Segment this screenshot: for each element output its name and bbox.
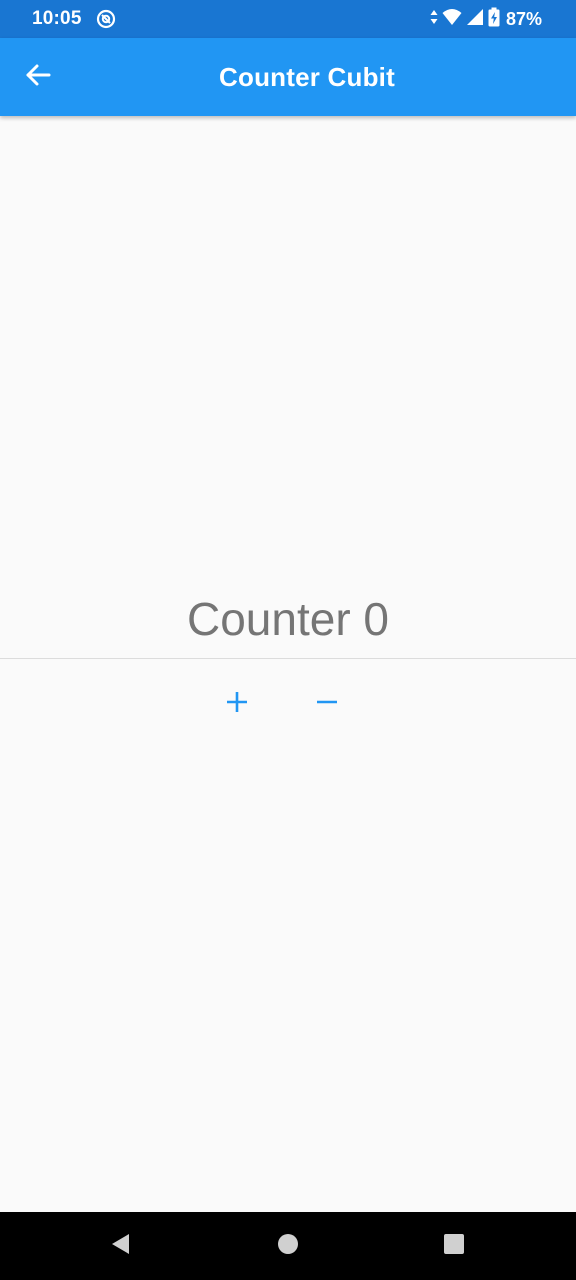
increment-button[interactable] [217,684,257,724]
nav-back-button[interactable] [107,1232,135,1260]
back-triangle-icon [109,1232,133,1261]
wifi-icon [442,8,462,31]
nav-recents-button[interactable] [440,1232,468,1260]
home-circle-icon [276,1232,300,1261]
signal-icon [466,8,484,31]
counter-label: Counter 0 [186,593,389,645]
battery-charging-icon [488,7,500,32]
decrement-button[interactable] [307,684,347,724]
plus-icon [226,691,248,718]
data-arrows-icon [430,9,438,30]
notification-app-icon [96,9,116,29]
status-time: 10:05 [32,8,82,29]
recents-square-icon [442,1232,466,1261]
battery-percentage: 87% [505,8,542,29]
divider [0,658,576,659]
page-title: Counter Cubit [219,62,395,92]
nav-home-button[interactable] [274,1232,302,1260]
app-bar: Counter Cubit [0,38,576,116]
status-bar: 10:05 87% [0,0,576,38]
system-nav-bar [0,1212,576,1280]
minus-icon [316,691,338,718]
counter-controls [0,684,576,724]
status-indicators: 87% [430,7,542,31]
